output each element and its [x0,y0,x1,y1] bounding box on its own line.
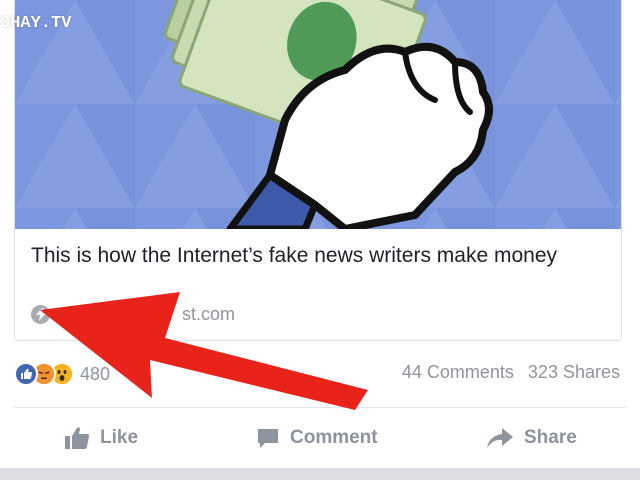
share-button[interactable]: Share [486,418,577,458]
post-action-bar: Like Comment Share [0,418,640,458]
comment-label: Comment [290,427,378,448]
comments-count[interactable]: 44 Comments [402,362,514,383]
like-icon [14,362,38,386]
link-preview-card[interactable]: This is how the Internet’s fake news wri… [14,0,622,341]
article-headline[interactable]: This is how the Internet’s fake news wri… [31,241,591,270]
thumbs-up-icon [64,426,90,450]
feed-separator [0,468,640,480]
like-button[interactable]: Like [64,418,138,458]
share-label: Share [524,427,577,448]
source-domain-end: st.com [182,303,236,324]
article-source[interactable]: was st.com [31,302,235,326]
source-domain-start: was [58,303,91,324]
comment-button[interactable]: Comment [256,418,378,458]
reactions-summary[interactable]: 480 [14,360,110,388]
like-label: Like [100,427,139,448]
comment-bubble-icon [256,426,280,450]
site-watermark: OHAY.TV [0,14,72,33]
money-fist-illustration [15,0,621,229]
shares-count[interactable]: 323 Shares [528,362,620,383]
share-arrow-icon [486,427,514,449]
action-bar-divider [14,407,626,408]
article-image[interactable] [15,0,621,229]
reaction-count[interactable]: 480 [80,364,110,385]
instant-article-bolt-icon [31,304,50,324]
engagement-stats: 44 Comments 323 Shares [402,362,620,383]
